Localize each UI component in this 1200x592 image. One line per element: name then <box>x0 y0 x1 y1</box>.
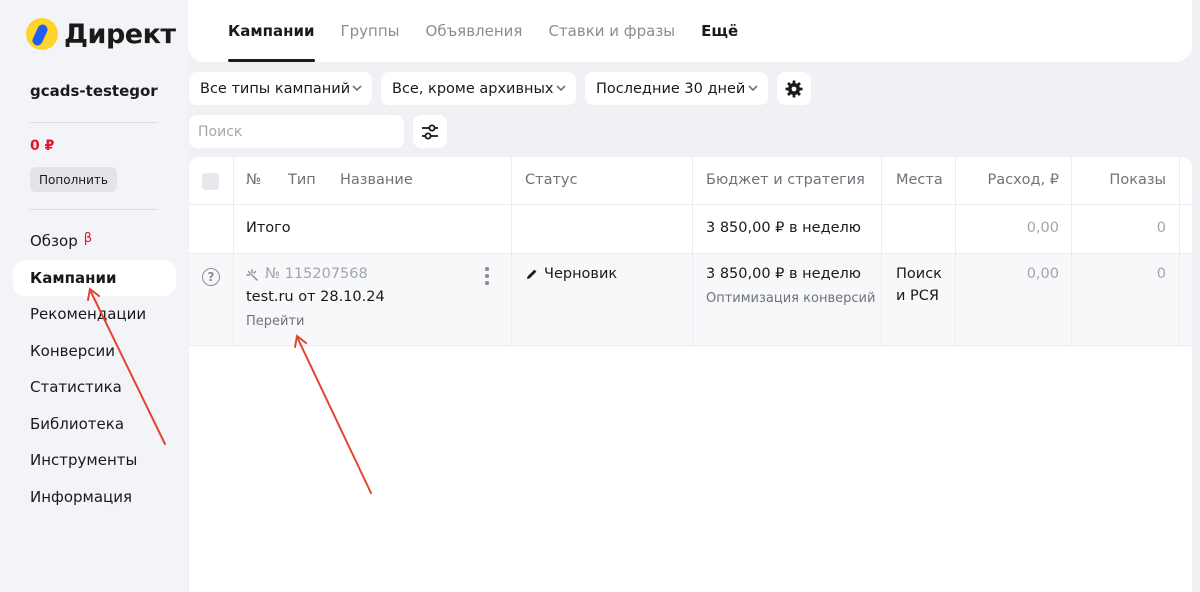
filters-button[interactable] <box>413 115 447 148</box>
more-menu-icon[interactable] <box>485 267 489 288</box>
sidebar-item-statistics[interactable]: Статистика <box>13 369 176 406</box>
chevron-down-icon <box>748 85 758 92</box>
archive-value: Все, кроме архивных <box>392 80 554 97</box>
header-name[interactable]: Название <box>340 172 413 188</box>
header-places[interactable]: Места <box>896 172 943 188</box>
sidebar-item-label: Инструменты <box>30 451 138 470</box>
total-spend: 0,00 <box>1026 220 1059 236</box>
campaign-strategy[interactable]: Оптимизация конверсий <box>706 291 875 306</box>
column-separator <box>511 157 512 346</box>
total-budget: 3 850,00 ₽ в неделю <box>706 220 861 236</box>
header-number[interactable]: № <box>246 172 261 188</box>
column-separator <box>233 157 234 346</box>
settings-button[interactable] <box>777 72 811 105</box>
tab-ads[interactable]: Объявления <box>426 0 523 62</box>
draft-type-icon <box>246 269 258 281</box>
sidebar-item-overview[interactable]: Обзор β <box>13 223 176 260</box>
brand-name: Директ <box>64 18 176 50</box>
sidebar-item-label: Библиотека <box>30 414 125 433</box>
campaign-type-select[interactable]: Все типы кампаний <box>189 72 372 105</box>
beta-badge: β <box>83 230 93 246</box>
tab-groups[interactable]: Группы <box>341 0 400 62</box>
column-separator <box>692 157 693 346</box>
tab-more[interactable]: Ещё <box>701 0 738 62</box>
sidebar-item-label: Информация <box>30 487 133 506</box>
total-impressions: 0 <box>1156 220 1166 236</box>
campaign-budget[interactable]: 3 850,00 ₽ в неделю <box>706 266 861 282</box>
total-label: Итого <box>246 220 291 236</box>
campaign-spend: 0,00 <box>1026 266 1059 282</box>
gear-icon <box>785 80 803 97</box>
sidebar-nav: Обзор β Кампании Рекомендации Конверсии … <box>13 223 176 515</box>
header-spend[interactable]: Расход, ₽ <box>956 172 1059 188</box>
sidebar-item-label: Конверсии <box>30 341 115 360</box>
yandex-logo-icon <box>26 18 58 50</box>
divider <box>30 209 158 210</box>
campaign-places-line1: Поиск <box>896 266 942 282</box>
campaigns-table: № Тип Название Статус Бюджет и стратегия… <box>189 157 1192 592</box>
sidebar-item-information[interactable]: Информация <box>13 479 176 516</box>
campaign-open-link[interactable]: Перейти <box>246 314 305 329</box>
total-row: Итого 3 850,00 ₽ в неделю 0,00 0 <box>189 205 1192 254</box>
sidebar: Директ gcads-testegor 0 ₽ Пополнить Обзо… <box>0 0 188 592</box>
table-header-row: № Тип Название Статус Бюджет и стратегия… <box>189 157 1192 205</box>
select-all-checkbox[interactable] <box>202 173 219 190</box>
column-separator <box>1179 157 1180 346</box>
search-input[interactable] <box>189 115 404 148</box>
chevron-down-icon <box>556 85 566 92</box>
column-separator <box>955 157 956 346</box>
header-budget[interactable]: Бюджет и стратегия <box>706 172 865 188</box>
tab-campaigns[interactable]: Кампании <box>228 0 315 62</box>
period-select[interactable]: Последние 30 дней <box>585 72 768 105</box>
campaign-status: Черновик <box>544 266 618 282</box>
campaign-places-line2: и РСЯ <box>896 288 939 304</box>
archive-select[interactable]: Все, кроме архивных <box>381 72 576 105</box>
header-impressions[interactable]: Показы <box>1072 172 1166 188</box>
topup-button[interactable]: Пополнить <box>30 167 117 192</box>
sidebar-item-label: Статистика <box>30 378 122 397</box>
sliders-icon <box>422 124 438 139</box>
balance: 0 ₽ <box>30 138 55 154</box>
chevron-down-icon <box>352 85 362 92</box>
sidebar-item-campaigns[interactable]: Кампании <box>13 259 176 296</box>
campaign-type-value: Все типы кампаний <box>200 80 351 97</box>
pencil-icon <box>527 269 537 279</box>
divider <box>30 122 158 123</box>
header-type[interactable]: Тип <box>288 172 316 188</box>
top-tabs-bar: Кампании Группы Объявления Ставки и фраз… <box>188 0 1192 62</box>
campaign-impressions: 0 <box>1156 266 1166 282</box>
campaign-name[interactable]: test.ru от 28.10.24 <box>246 289 385 305</box>
campaign-number[interactable]: № 115207568 <box>265 266 368 282</box>
sidebar-item-conversions[interactable]: Конверсии <box>13 333 176 370</box>
sidebar-item-label: Кампании <box>30 268 117 287</box>
help-icon[interactable]: ? <box>202 268 220 286</box>
sidebar-item-library[interactable]: Библиотека <box>13 406 176 443</box>
table-row[interactable]: ? № 115207568 test.ru от 28.10.24 Перейт… <box>189 254 1192 346</box>
sidebar-item-recommendations[interactable]: Рекомендации <box>13 296 176 333</box>
logo[interactable]: Директ <box>26 18 176 50</box>
header-status[interactable]: Статус <box>525 172 577 188</box>
column-separator <box>1071 157 1072 346</box>
account-name[interactable]: gcads-testegor <box>30 82 158 100</box>
sidebar-item-label: Обзор <box>30 232 78 251</box>
period-value: Последние 30 дней <box>596 80 746 97</box>
sidebar-item-tools[interactable]: Инструменты <box>13 442 176 479</box>
column-separator <box>881 157 882 346</box>
tab-bids-phrases[interactable]: Ставки и фразы <box>548 0 675 62</box>
sidebar-item-label: Рекомендации <box>30 305 147 324</box>
